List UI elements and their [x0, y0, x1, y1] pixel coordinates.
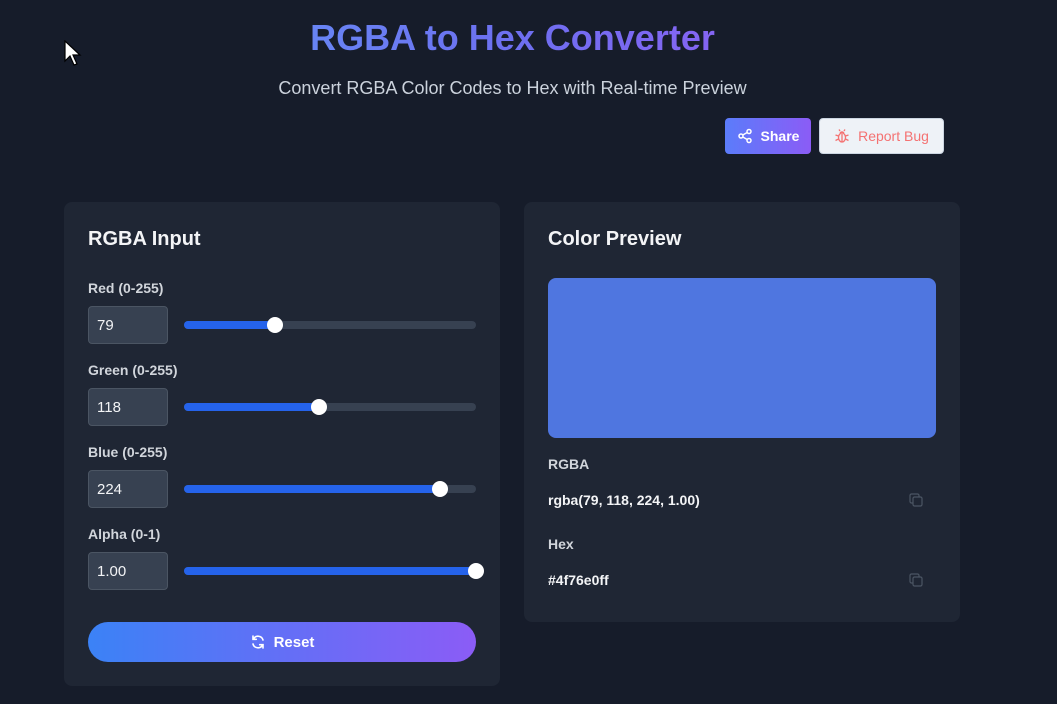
green-input[interactable] [88, 388, 168, 426]
alpha-slider-thumb[interactable] [468, 563, 484, 579]
rgba-output-label: RGBA [548, 456, 590, 472]
share-button[interactable]: Share [725, 118, 811, 154]
hex-output-label: Hex [548, 536, 574, 552]
blue-input[interactable] [88, 470, 168, 508]
red-label: Red (0-255) [88, 280, 164, 296]
blue-slider[interactable] [184, 481, 476, 497]
copy-hex-icon[interactable] [908, 572, 924, 588]
green-slider[interactable] [184, 399, 476, 415]
blue-slider-fill [184, 485, 441, 493]
alpha-slider[interactable] [184, 563, 484, 579]
page-subtitle: Convert RGBA Color Codes to Hex with Rea… [278, 78, 747, 98]
report-bug-button[interactable]: Report Bug [819, 118, 944, 154]
green-label: Green (0-255) [88, 362, 178, 378]
red-slider-fill [184, 321, 275, 329]
red-slider-thumb[interactable] [266, 317, 283, 333]
green-slider-fill [184, 403, 320, 411]
hex-output-value: #4f76e0ff [548, 572, 609, 588]
page-title: RGBA to Hex Converter [0, 16, 1025, 60]
alpha-input[interactable] [88, 552, 168, 590]
refresh-icon [251, 635, 264, 649]
input-panel-title: RGBA Input [88, 228, 201, 250]
reset-button[interactable]: Reset [88, 622, 476, 662]
blue-label: Blue (0-255) [88, 444, 168, 460]
report-bug-label: Report Bug [858, 128, 929, 144]
color-swatch [548, 278, 936, 438]
copy-rgba-icon[interactable] [908, 492, 924, 508]
rgba-output-value: rgba(79, 118, 224, 1.00) [548, 492, 700, 508]
alpha-slider-fill [184, 567, 476, 575]
bug-icon [835, 129, 849, 143]
reset-label: Reset [273, 633, 315, 651]
share-label: Share [760, 128, 800, 144]
preview-panel-title: Color Preview [548, 228, 682, 250]
blue-slider-thumb[interactable] [432, 481, 449, 497]
red-slider[interactable] [184, 317, 476, 333]
share-icon [737, 128, 752, 144]
green-slider-thumb[interactable] [311, 399, 328, 415]
rgba-input-panel: RGBA Input Red (0-255) Green (0-255) Blu… [64, 202, 500, 686]
red-input[interactable] [88, 306, 168, 344]
color-preview-panel: Color Preview RGBA rgba(79, 118, 224, 1.… [524, 202, 960, 622]
alpha-label: Alpha (0-1) [88, 526, 161, 542]
